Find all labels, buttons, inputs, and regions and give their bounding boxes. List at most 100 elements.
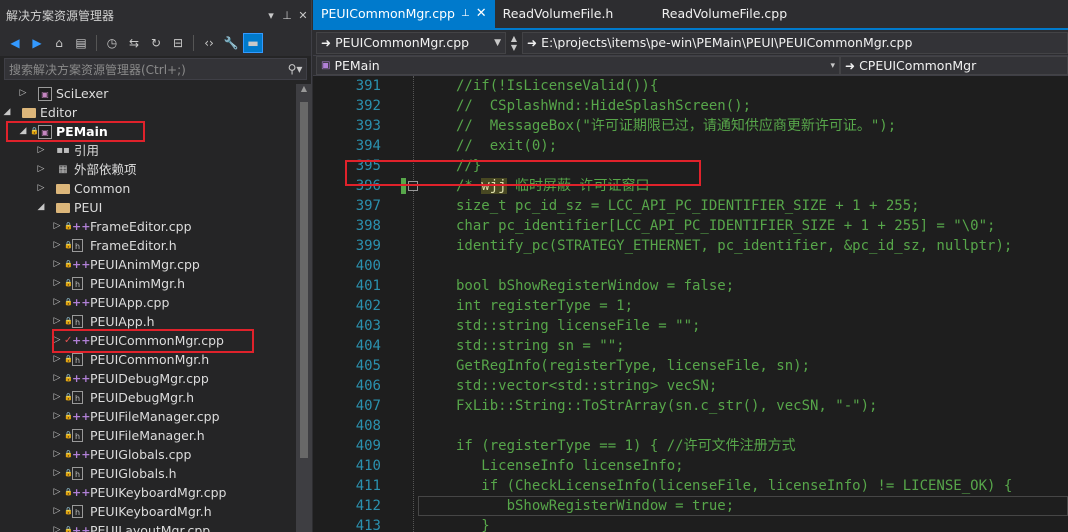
code-line[interactable]: 393 // MessageBox("许可证期限已过，请通知供应商更新许可证。")… [313, 116, 1068, 136]
code-line[interactable]: 401 bool bShowRegisterWindow = false; [313, 276, 1068, 296]
expanded-arrow-icon[interactable]: ◢ [2, 103, 12, 122]
collapsed-arrow-icon[interactable]: ▷ [52, 407, 62, 426]
sync-icon[interactable]: ⇆ [125, 34, 143, 52]
pin-icon[interactable]: ⊥ [461, 1, 470, 27]
tree-item[interactable]: ▷ 🔒 ++ PEUIKeyboardMgr.cpp [0, 483, 296, 502]
scroll-up-icon[interactable]: ▲ [296, 84, 312, 98]
file-dropdown[interactable]: ➜ PEUICommonMgr.cpp ▼ [316, 31, 506, 54]
collapsed-arrow-icon[interactable]: ▷ [52, 521, 62, 532]
tree-item[interactable]: ▷ 🔒 h PEUIKeyboardMgr.h [0, 502, 296, 521]
class-icon: ➜ [845, 58, 856, 73]
code-line[interactable]: 391 //if(!IsLicenseValid()){ [313, 76, 1068, 96]
refresh-icon[interactable]: ↻ [147, 34, 165, 52]
collapsed-arrow-icon[interactable]: ▷ [36, 179, 46, 198]
collapsed-arrow-icon[interactable]: ▷ [52, 464, 62, 483]
tree-item[interactable]: ▷ 🔒 h PEUIFileManager.h [0, 426, 296, 445]
collapsed-arrow-icon[interactable]: ▷ [52, 255, 62, 274]
code-line[interactable]: 398 char pc_identifier[LCC_API_PC_IDENTIF… [313, 216, 1068, 236]
forward-icon[interactable]: ▶ [28, 34, 46, 52]
collapsed-arrow-icon[interactable]: ▷ [52, 502, 62, 521]
tree-item[interactable]: ▷ 🔒 ++ PEUILayoutMgr.cpp [0, 521, 296, 532]
project-dropdown[interactable]: ▣ PEMain ▾ [316, 56, 840, 75]
tree-item[interactable]: ▷ ▣ SciLexer [0, 84, 296, 103]
code-line[interactable]: 407 FxLib::String::ToStrArray(sn.c_str(),… [313, 396, 1068, 416]
tree-scrollbar[interactable]: ▲ [296, 84, 312, 532]
solution-explorer-search[interactable]: 搜索解决方案资源管理器(Ctrl+;) ⚲▾ [4, 58, 307, 80]
expanded-arrow-icon[interactable]: ◢ [36, 198, 46, 217]
code-line[interactable]: 402 int registerType = 1; [313, 296, 1068, 316]
tree-item[interactable]: ▷ 🔒 h PEUIDebugMgr.h [0, 388, 296, 407]
tree-item[interactable]: ▷ 🔒 ++ PEUIGlobals.cpp [0, 445, 296, 464]
scrollbar-thumb[interactable] [300, 102, 308, 458]
code-line[interactable]: 400 [313, 256, 1068, 276]
code-text: GetRegInfo(registerType, licenseFile, sn… [456, 356, 810, 376]
tree-item[interactable]: ◢ PEUI [0, 198, 296, 217]
code-line[interactable]: 412 bShowRegisterWindow = true; [356, 496, 1068, 516]
collapse-all-icon[interactable]: ⊟ [169, 34, 187, 52]
code-line[interactable]: 405 GetRegInfo(registerType, licenseFile,… [313, 356, 1068, 376]
switch-views-icon[interactable]: ▤ [72, 34, 90, 52]
tab-peuicommonmgr-cpp[interactable]: PEUICommonMgr.cpp ⊥ ✕ [313, 0, 495, 28]
tab-readvolumefile-cpp[interactable]: ReadVolumeFile.cpp [650, 0, 796, 28]
path-box[interactable]: ➜ E:\projects\items\pe-win\PEMain\PEUI\P… [522, 31, 1068, 54]
collapsed-arrow-icon[interactable]: ▷ [18, 84, 28, 103]
collapsed-arrow-icon[interactable]: ▷ [52, 293, 62, 312]
spin-icon[interactable]: ▲ ▼ [506, 34, 522, 52]
class-dropdown-value: CPEUICommonMgr [859, 58, 977, 73]
code-line[interactable]: 410 LicenseInfo licenseInfo; [313, 456, 1068, 476]
home-icon[interactable]: ⌂ [50, 34, 68, 52]
tree-item[interactable]: ▷ 🔒 ++ PEUIFileManager.cpp [0, 407, 296, 426]
header-file-icon: h [72, 429, 83, 442]
collapsed-arrow-icon[interactable]: ▷ [52, 388, 62, 407]
tree-item[interactable]: ▷ Common [0, 179, 296, 198]
tab-readvolumefile-h[interactable]: ReadVolumeFile.h [495, 0, 650, 28]
preview-selected-icon[interactable]: ▬ [243, 33, 263, 53]
collapsed-arrow-icon[interactable]: ▷ [52, 274, 62, 293]
tree-item[interactable]: ▷ 🔒 h PEUIGlobals.h [0, 464, 296, 483]
pending-changes-icon[interactable]: ◷ [103, 34, 121, 52]
properties-wrench-icon[interactable]: 🔧 [222, 34, 240, 52]
code-line[interactable]: 399 identify_pc(STRATEGY_ETHERNET, pc_ide… [313, 236, 1068, 256]
code-line[interactable]: 394 // exit(0); [313, 136, 1068, 156]
line-number: 402 [355, 298, 381, 314]
tree-item[interactable]: ▷ 🔒 ++ FrameEditor.cpp [0, 217, 296, 236]
code-text: // exit(0); [456, 136, 557, 156]
line-number: 392 [355, 98, 381, 114]
dropdown-icon[interactable]: ▾ [263, 9, 279, 22]
tree-item[interactable]: ▷ 🔒 ++ PEUIAnimMgr.cpp [0, 255, 296, 274]
code-line[interactable]: 408 [313, 416, 1068, 436]
code-line[interactable]: 406 std::vector<std::string> vecSN; [313, 376, 1068, 396]
tree-item[interactable]: ▷ 🔒 ++ PEUIDebugMgr.cpp [0, 369, 296, 388]
collapsed-arrow-icon[interactable]: ▷ [36, 160, 46, 179]
collapsed-arrow-icon[interactable]: ▷ [52, 483, 62, 502]
view-code-icon[interactable]: ‹› [200, 34, 218, 52]
code-line[interactable]: 403 std::string licenseFile = ""; [313, 316, 1068, 336]
code-line[interactable]: 409 if (registerType == 1) { //许可文件注册方式 [313, 436, 1068, 456]
folder-icon [22, 108, 36, 118]
tree-item[interactable]: ◢ Editor [0, 103, 296, 122]
search-input[interactable]: 搜索解决方案资源管理器(Ctrl+;) [9, 61, 284, 78]
tree-item[interactable]: ▷ 🔒 ++ PEUIApp.cpp [0, 293, 296, 312]
tree-item[interactable]: ▷ ▦ 外部依赖项 [0, 160, 296, 179]
collapsed-arrow-icon[interactable]: ▷ [52, 217, 62, 236]
collapsed-arrow-icon[interactable]: ▷ [36, 141, 46, 160]
code-line[interactable]: 397 size_t pc_id_sz = LCC_API_PC_IDENTIFI… [313, 196, 1068, 216]
tree-item[interactable]: ▷ 🔒 h FrameEditor.h [0, 236, 296, 255]
back-icon[interactable]: ◀ [6, 34, 24, 52]
search-icon[interactable]: ⚲▾ [284, 62, 306, 76]
code-line[interactable]: 411 if (CheckLicenseInfo(licenseFile, li… [313, 476, 1068, 496]
code-line[interactable]: 404 std::string sn = ""; [313, 336, 1068, 356]
tree-item[interactable]: ▷ ▪▪ 引用 [0, 141, 296, 160]
collapsed-arrow-icon[interactable]: ▷ [52, 369, 62, 388]
code-line[interactable]: 392 // CSplashWnd::HideSplashScreen(); [313, 96, 1068, 116]
code-line[interactable]: 413 } [313, 516, 1068, 532]
pin-icon[interactable]: ⊥ [279, 9, 295, 22]
class-dropdown[interactable]: ➜ CPEUICommonMgr [840, 56, 1068, 75]
code-area[interactable]: 391 //if(!IsLicenseValid()){392 // CSplash… [313, 76, 1068, 532]
close-icon[interactable]: ✕ [295, 9, 311, 22]
tree-item[interactable]: ▷ 🔒 h PEUIAnimMgr.h [0, 274, 296, 293]
collapsed-arrow-icon[interactable]: ▷ [52, 236, 62, 255]
collapsed-arrow-icon[interactable]: ▷ [52, 426, 62, 445]
close-icon[interactable]: ✕ [476, 1, 487, 27]
collapsed-arrow-icon[interactable]: ▷ [52, 445, 62, 464]
